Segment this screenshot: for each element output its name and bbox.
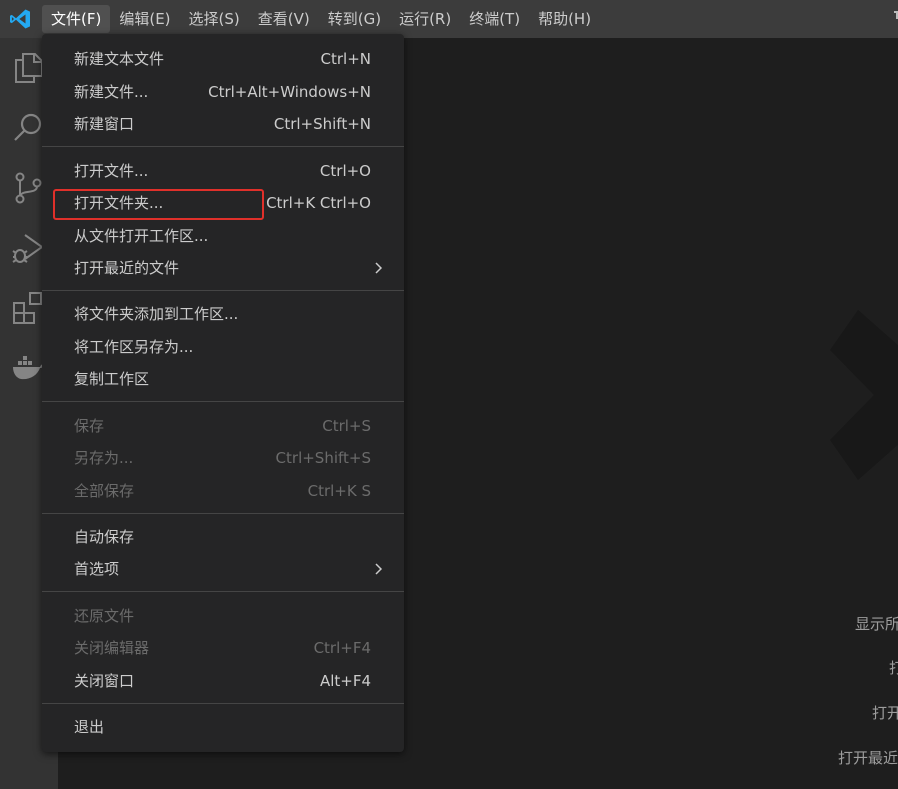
menu-separator [42, 290, 404, 291]
menu-separator [42, 146, 404, 147]
extensions-icon[interactable] [10, 290, 46, 326]
files-icon[interactable] [10, 50, 46, 86]
menu-item-label: 关闭编辑器 [74, 639, 150, 657]
menu-item-shortcut: Ctrl+K Ctrl+O [266, 194, 371, 212]
menubar-view[interactable]: 查看(V) [249, 5, 319, 33]
menu-item-label: 关闭窗口 [74, 672, 135, 690]
menu-item-shortcut: Ctrl+S [322, 417, 371, 435]
menu-item-shortcut: Ctrl+Shift+N [273, 115, 371, 133]
menubar-go[interactable]: 转到(G) [319, 5, 390, 33]
menu-item-save[interactable]: 保存 Ctrl+S [42, 410, 404, 442]
menubar-edit[interactable]: 编辑(E) [110, 5, 179, 33]
menu-separator [42, 703, 404, 704]
welcome-open-file[interactable]: 打 [889, 657, 898, 678]
window-control-fragment [894, 11, 898, 19]
menu-item-label: 保存 [74, 417, 105, 435]
menu-bar: 文件(F) 编辑(E) 选择(S) 查看(V) 转到(G) 运行(R) 终端(T… [42, 0, 600, 38]
menu-item-shortcut: Ctrl+O [319, 162, 371, 180]
search-icon[interactable] [10, 110, 46, 146]
menu-item-label: 自动保存 [74, 528, 135, 546]
menu-item-save-as[interactable]: 另存为... Ctrl+Shift+S [42, 442, 404, 474]
menu-item-shortcut: Ctrl+F4 [313, 639, 371, 657]
menubar-file[interactable]: 文件(F) [42, 5, 111, 33]
menu-item-label: 打开文件... [74, 162, 149, 180]
menu-item-label: 还原文件 [74, 607, 135, 625]
menu-item-label: 复制工作区 [74, 370, 150, 388]
menu-item-label: 将工作区另存为... [74, 338, 194, 356]
welcome-open-recent[interactable]: 打开最近 [838, 747, 898, 768]
menu-item-open-file[interactable]: 打开文件... Ctrl+O [42, 155, 404, 187]
menubar-selection[interactable]: 选择(S) [180, 5, 249, 33]
menu-item-label: 新建窗口 [74, 115, 135, 133]
menu-item-close-editor[interactable]: 关闭编辑器 Ctrl+F4 [42, 632, 404, 664]
menu-item-exit[interactable]: 退出 [42, 711, 404, 743]
menu-item-label: 从文件打开工作区... [74, 227, 209, 245]
menu-item-new-text-file[interactable]: 新建文本文件 Ctrl+N [42, 43, 404, 75]
menu-item-label: 退出 [74, 718, 105, 736]
menu-item-save-all[interactable]: 全部保存 Ctrl+K S [42, 475, 404, 507]
run-debug-icon[interactable] [10, 230, 46, 266]
source-control-icon[interactable] [10, 170, 46, 206]
title-bar: 文件(F) 编辑(E) 选择(S) 查看(V) 转到(G) 运行(R) 终端(T… [0, 0, 898, 38]
menu-item-shortcut: Ctrl+K S [307, 482, 371, 500]
menu-item-label: 打开最近的文件 [74, 259, 180, 277]
menu-item-shortcut: Ctrl+N [320, 50, 371, 68]
menu-item-revert-file[interactable]: 还原文件 [42, 600, 404, 632]
docker-icon[interactable] [10, 350, 46, 386]
menubar-run[interactable]: 运行(R) [390, 5, 460, 33]
menu-item-open-workspace-from-file[interactable]: 从文件打开工作区... [42, 220, 404, 252]
menu-item-label: 首选项 [74, 560, 120, 578]
menu-separator [42, 513, 404, 514]
menu-item-duplicate-workspace[interactable]: 复制工作区 [42, 363, 404, 395]
menu-separator [42, 591, 404, 592]
menu-item-preferences[interactable]: 首选项 [42, 553, 404, 585]
menu-item-label: 新建文件... [74, 83, 149, 101]
chevron-right-icon [372, 261, 386, 275]
menu-item-label: 另存为... [74, 449, 134, 467]
highlight-annotation-box [53, 189, 264, 220]
menu-item-label: 全部保存 [74, 482, 135, 500]
menu-item-label: 将文件夹添加到工作区... [74, 305, 239, 323]
welcome-show-commands[interactable]: 显示所 [855, 613, 898, 634]
chevron-right-icon [372, 562, 386, 576]
menu-item-new-file[interactable]: 新建文件... Ctrl+Alt+Windows+N [42, 76, 404, 108]
menu-item-save-workspace-as[interactable]: 将工作区另存为... [42, 331, 404, 363]
menu-item-label: 新建文本文件 [74, 50, 165, 68]
menu-item-shortcut: Alt+F4 [319, 672, 371, 690]
menu-separator [42, 401, 404, 402]
menubar-help[interactable]: 帮助(H) [529, 5, 600, 33]
menu-item-shortcut: Ctrl+Shift+S [275, 449, 371, 467]
vscode-watermark-icon [830, 310, 898, 480]
menubar-terminal[interactable]: 终端(T) [460, 5, 529, 33]
file-menu: 新建文本文件 Ctrl+N 新建文件... Ctrl+Alt+Windows+N… [42, 34, 404, 752]
menu-item-shortcut: Ctrl+Alt+Windows+N [208, 83, 371, 101]
menu-item-new-window[interactable]: 新建窗口 Ctrl+Shift+N [42, 108, 404, 140]
welcome-open-folder[interactable]: 打开 [872, 702, 898, 723]
menu-item-add-folder-to-workspace[interactable]: 将文件夹添加到工作区... [42, 298, 404, 330]
menu-item-auto-save[interactable]: 自动保存 [42, 521, 404, 553]
menu-item-open-recent[interactable]: 打开最近的文件 [42, 252, 404, 284]
vscode-logo-icon [8, 7, 32, 31]
menu-item-close-window[interactable]: 关闭窗口 Alt+F4 [42, 665, 404, 697]
